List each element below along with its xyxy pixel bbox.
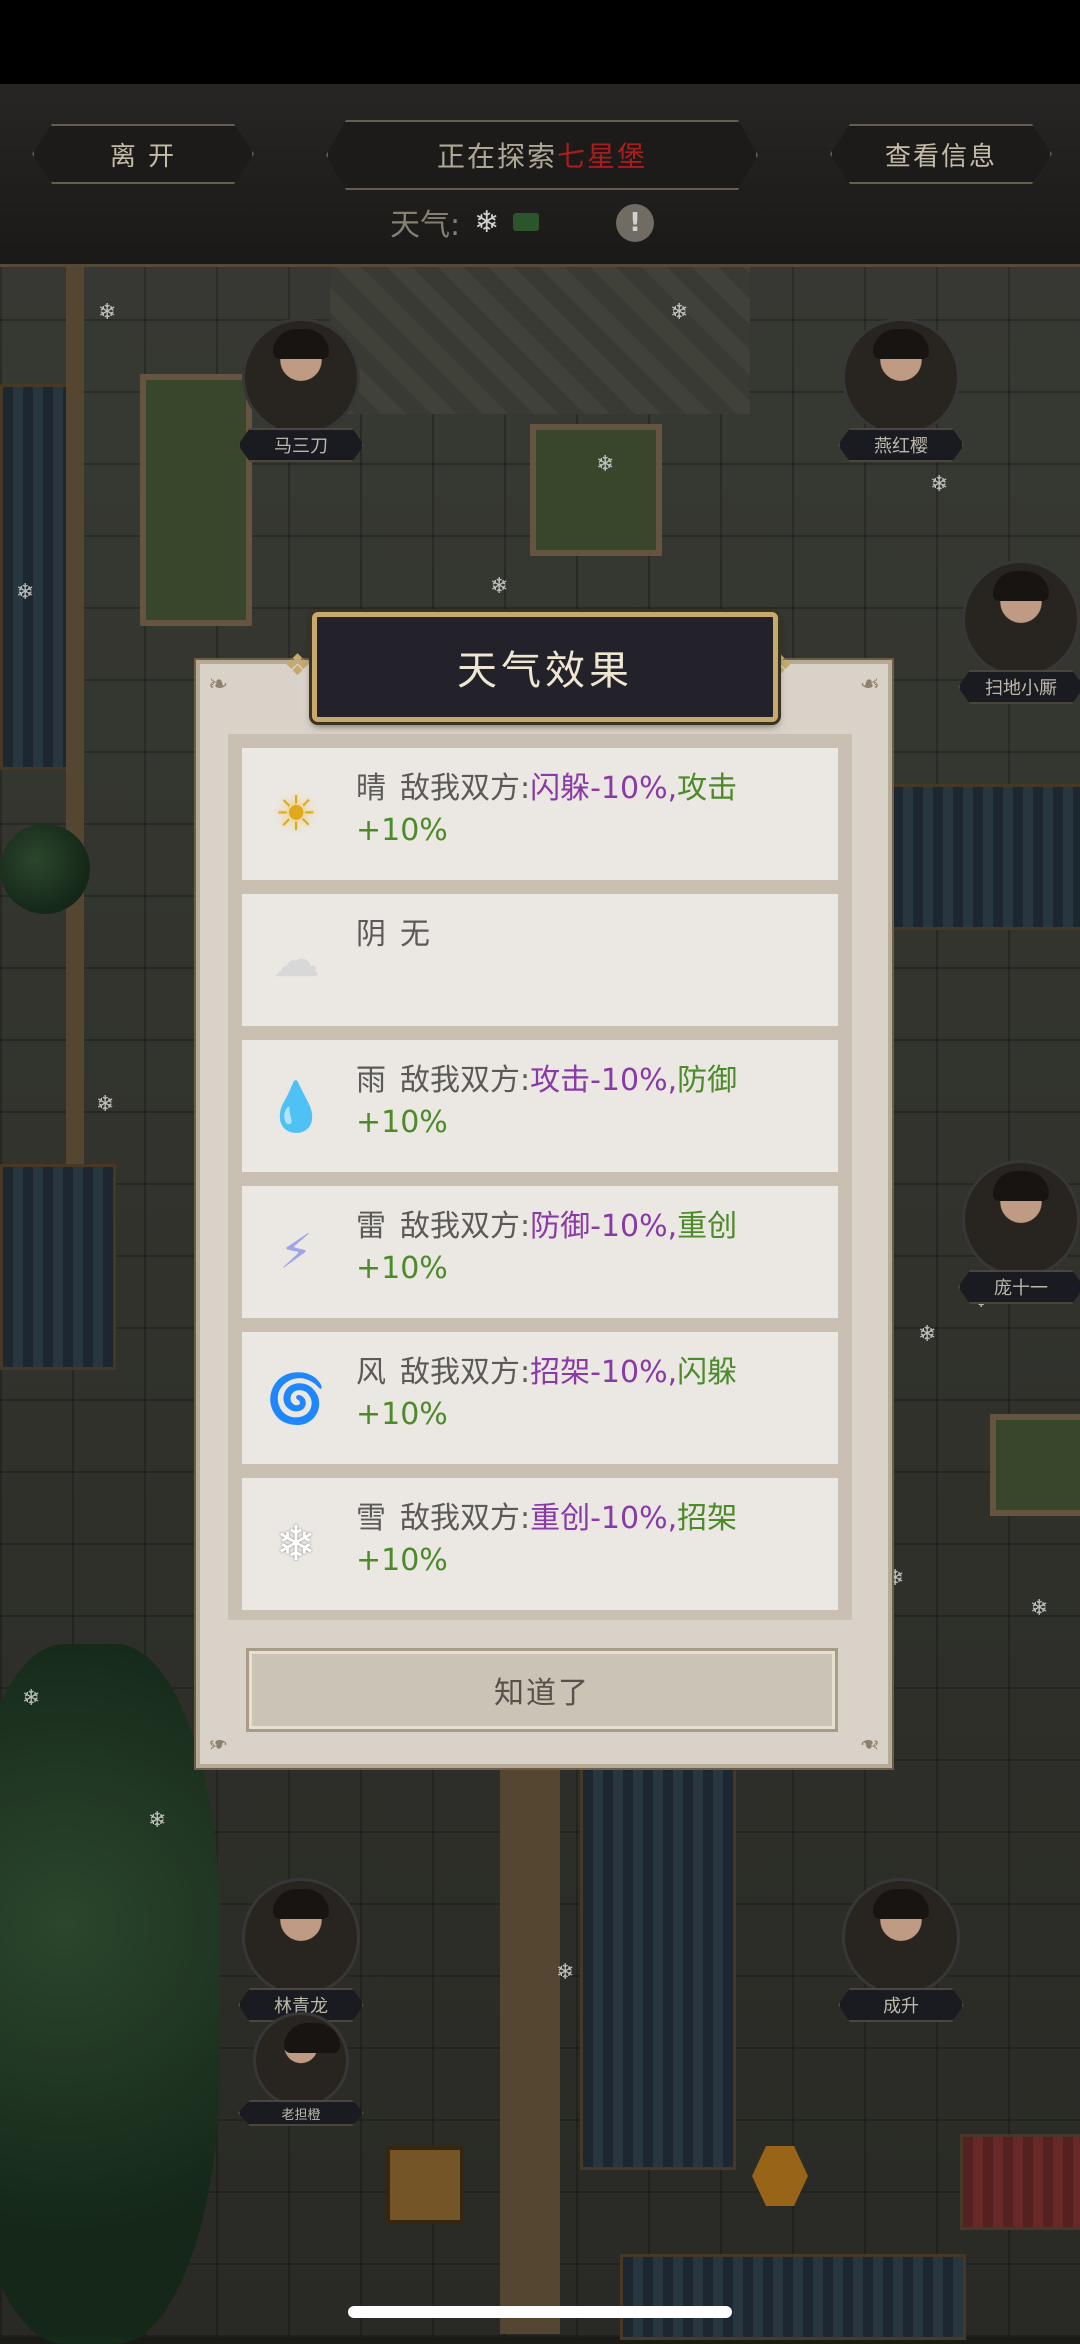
weather-effect-row: ☁ 阴无 <box>242 894 838 1026</box>
effect-prefix: 敌我双方: <box>400 1501 531 1536</box>
snow-icon: ❄ <box>275 1516 317 1572</box>
effect-prefix: 敌我双方: <box>400 1063 531 1098</box>
weather-name: 晴 <box>356 771 386 806</box>
effect-description: 雨敌我双方:攻击-10%,防御+10% <box>356 1060 816 1144</box>
title-ornament-icon: ❖ <box>284 648 311 683</box>
weather-name: 雷 <box>356 1209 386 1244</box>
negative-effect: 防御-10%, <box>530 1209 678 1244</box>
effect-description: 风敌我双方:招架-10%,闪躲+10% <box>356 1352 816 1436</box>
weather-name: 雪 <box>356 1501 386 1536</box>
effect-description: 雷敌我双方:防御-10%,重创+10% <box>356 1206 816 1290</box>
corner-ornament-icon: ❧ <box>208 670 229 698</box>
got-it-button[interactable]: 知道了 <box>246 1648 838 1732</box>
negative-effect: 闪躲-10%, <box>530 771 678 806</box>
weather-effect-row: ☀ 晴敌我双方:闪躲-10%,攻击+10% <box>242 748 838 880</box>
effect-prefix: 敌我双方: <box>400 1209 531 1244</box>
negative-effect: 重创-10%, <box>530 1501 678 1536</box>
weather-name: 风 <box>356 1355 386 1390</box>
dialog-title: 天气效果 <box>312 612 778 722</box>
effect-description: 雪敌我双方:重创-10%,招架+10% <box>356 1498 816 1582</box>
weather-effect-row: 💧 雨敌我双方:攻击-10%,防御+10% <box>242 1040 838 1172</box>
weather-effect-row: ⚡ 雷敌我双方:防御-10%,重创+10% <box>242 1186 838 1318</box>
wind-icon: 🌀 <box>266 1370 326 1427</box>
weather-name: 雨 <box>356 1063 386 1098</box>
corner-ornament-icon: ❧ <box>859 670 880 698</box>
weather-name: 阴 <box>356 917 386 952</box>
negative-effect: 招架-10%, <box>530 1355 678 1390</box>
rain-icon: 💧 <box>266 1078 326 1135</box>
effect-prefix: 无 <box>400 917 430 952</box>
weather-effect-row: ❄ 雪敌我双方:重创-10%,招架+10% <box>242 1478 838 1610</box>
negative-effect: 攻击-10%, <box>530 1063 678 1098</box>
effects-list: ☀ 晴敌我双方:闪躲-10%,攻击+10% ☁ 阴无 💧 雨敌我双方:攻击-10%,防御+… <box>228 734 852 1620</box>
effect-prefix: 敌我双方: <box>400 771 531 806</box>
effect-prefix: 敌我双方: <box>400 1355 531 1390</box>
effect-description: 阴无 <box>356 914 816 956</box>
thunder-icon: ⚡ <box>279 1224 313 1280</box>
corner-ornament-icon: ❧ <box>208 1730 229 1758</box>
weather-effect-row: 🌀 风敌我双方:招架-10%,闪躲+10% <box>242 1332 838 1464</box>
corner-ornament-icon: ❧ <box>859 1730 880 1758</box>
cloud-icon: ☁ <box>272 932 320 988</box>
home-indicator[interactable] <box>348 2306 732 2318</box>
sun-icon: ☀ <box>274 786 318 842</box>
effect-description: 晴敌我双方:闪躲-10%,攻击+10% <box>356 768 816 852</box>
